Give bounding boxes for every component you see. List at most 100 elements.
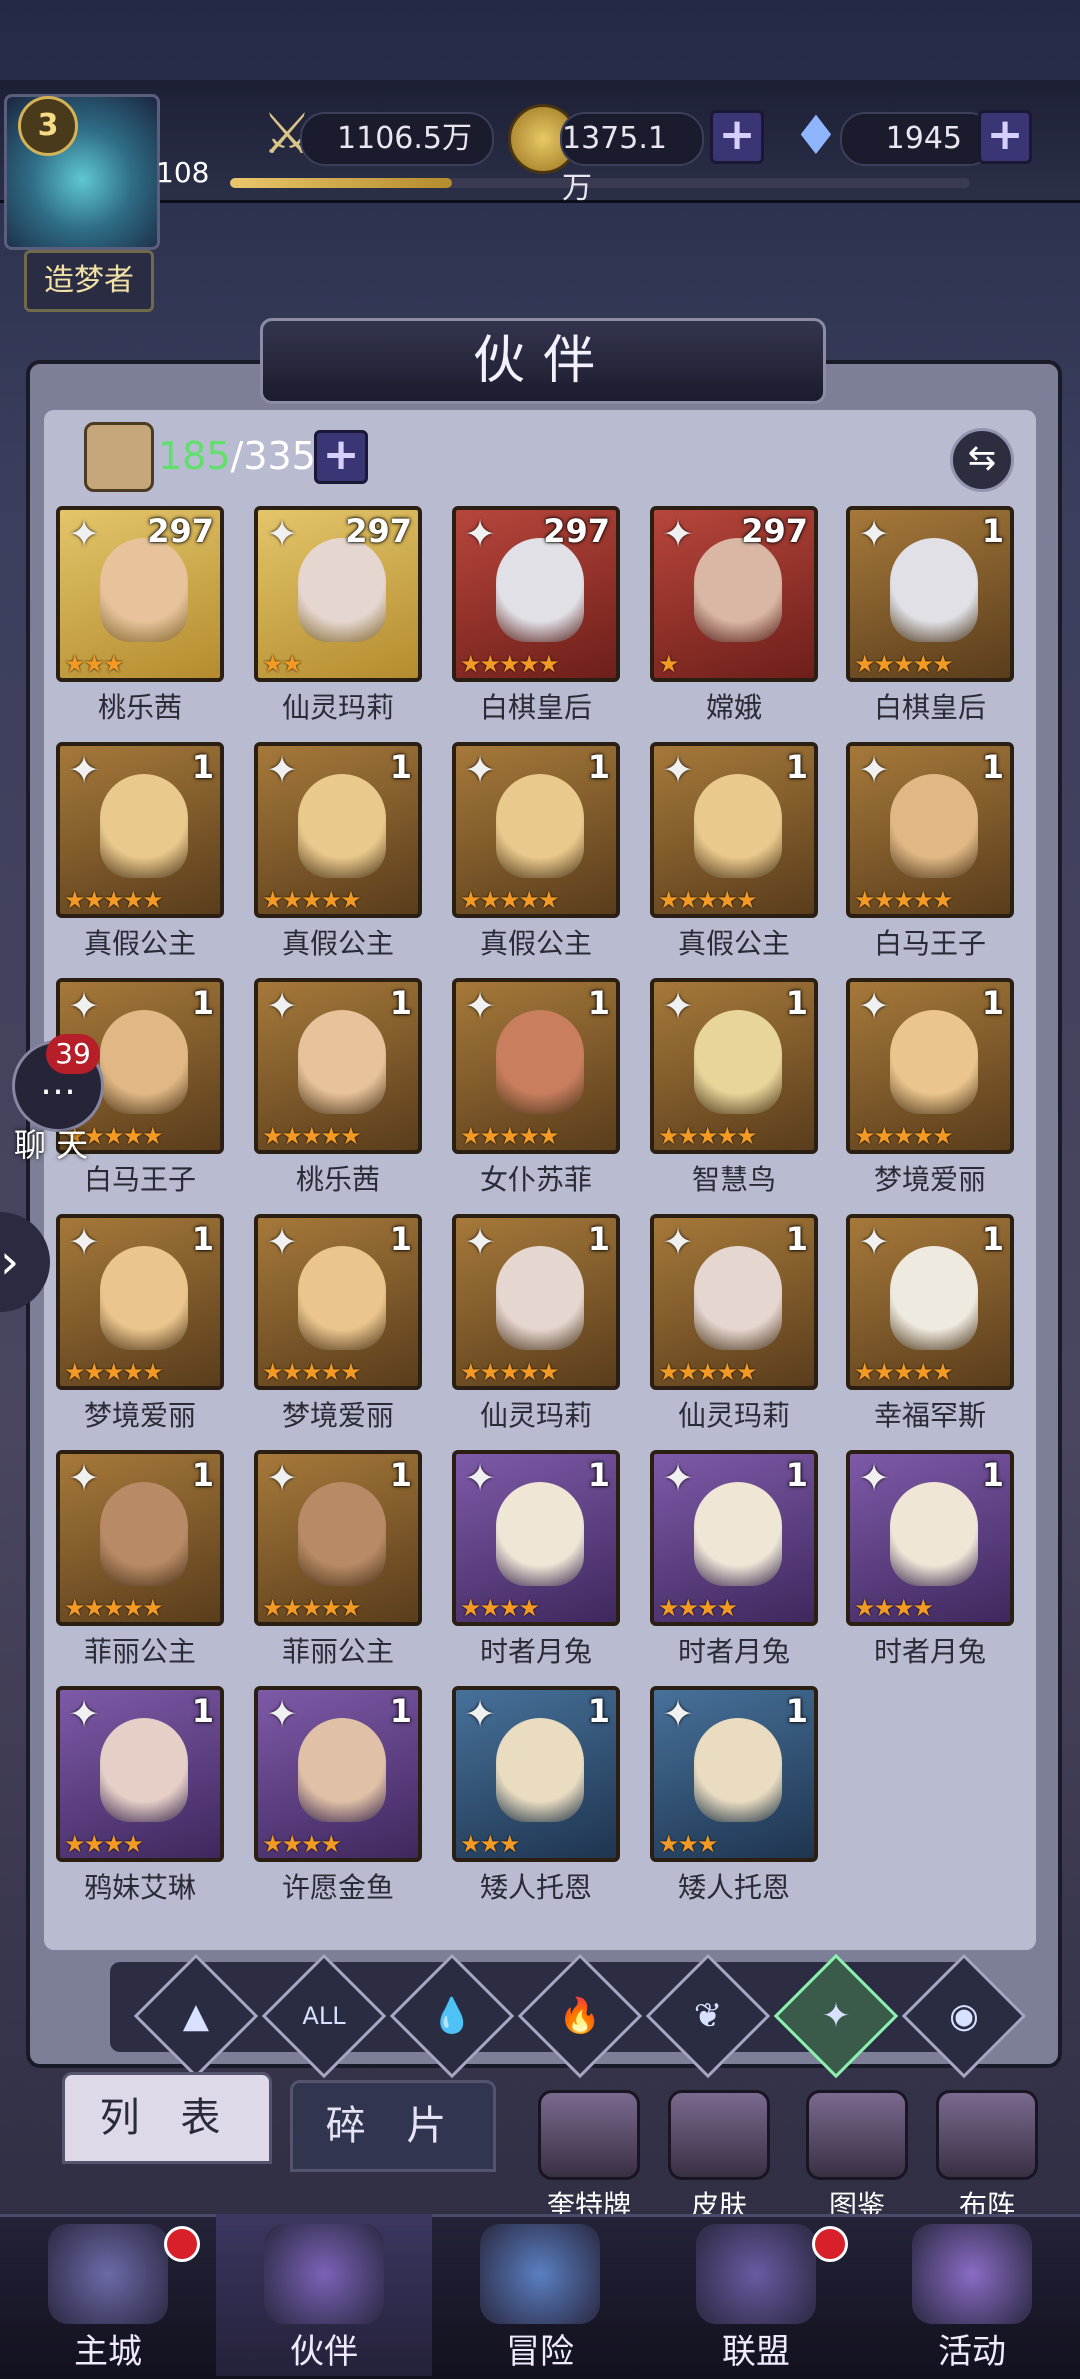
faction-icon: ALL (302, 2002, 346, 2030)
partner-level: 1 (587, 1692, 610, 1730)
partner-name: 仙灵玛莉 (677, 1399, 790, 1432)
partner-level: 297 (147, 512, 214, 550)
partner-name: 真假公主 (281, 927, 394, 960)
partner-card[interactable]: ✦ 1 ★★★★★ (846, 742, 1014, 918)
feature-icon (806, 2090, 908, 2180)
partner-portrait (694, 1718, 782, 1822)
partner-card[interactable]: ✦ 1 ★★★★ (846, 1450, 1014, 1626)
partner-card[interactable]: ✦ 1 ★★★★ (650, 1450, 818, 1626)
partner-level: 1 (389, 748, 412, 786)
player-level-badge: 3 (18, 96, 78, 156)
partner-level: 1 (191, 1220, 214, 1258)
partner-card[interactable]: ✦ 1 ★★★★★ (452, 742, 620, 918)
feature-button-2[interactable]: 图鉴 (798, 2090, 916, 2224)
partner-card[interactable]: ✦ 1 ★★★★ (254, 1686, 422, 1862)
partner-card[interactable]: ✦ 1 ★★★ (452, 1686, 620, 1862)
partner-card[interactable]: ✦ 1 ★★★★★ (56, 742, 224, 918)
nav-icon (48, 2224, 168, 2324)
diamond-icon: ♦ (791, 104, 841, 167)
partner-portrait (298, 1246, 386, 1350)
rank-star-icon: ✦ (266, 1220, 298, 1264)
partner-name: 智慧鸟 (691, 1163, 776, 1196)
add-gems-button[interactable]: + (978, 110, 1032, 164)
partner-stars: ★★★★★ (64, 1358, 164, 1386)
partner-card[interactable]: ✦ 1 ★★★★ (452, 1450, 620, 1626)
partner-card[interactable]: ✦ 1 ★★★★★ (846, 506, 1014, 682)
partner-card[interactable]: ✦ 1 ★★★★★ (846, 1214, 1014, 1390)
partner-level: 1 (587, 1456, 610, 1494)
nav-label: 冒险 (506, 2332, 574, 2372)
partner-level: 1 (389, 1692, 412, 1730)
partner-card[interactable]: ✦ 1 ★★★★★ (650, 742, 818, 918)
rank-star-icon: ✦ (858, 748, 890, 792)
partner-portrait (890, 538, 978, 642)
partner-name: 幸福罕斯 (873, 1399, 986, 1432)
feature-button-3[interactable]: 布阵 (928, 2090, 1046, 2224)
partner-card[interactable]: ✦ 1 ★★★★★ (650, 1214, 818, 1390)
partner-portrait (496, 1010, 584, 1114)
partner-stars: ★★★★★ (262, 1358, 362, 1386)
partner-level: 1 (587, 748, 610, 786)
partner-card[interactable]: ✦ 1 ★★★★★ (254, 978, 422, 1154)
partner-name: 时者月兔 (677, 1635, 790, 1668)
tab-fragments[interactable]: 碎 片 (290, 2080, 496, 2172)
partner-count-current: 185 (158, 434, 231, 478)
partner-name: 菲丽公主 (281, 1635, 394, 1668)
chat-button[interactable]: … 39 聊 天 (6, 1034, 104, 1164)
nav-item-2[interactable]: 冒险 (432, 2214, 648, 2376)
partner-card[interactable]: ✦ 297 ★★ (254, 506, 422, 682)
partner-name: 桃乐茜 (97, 691, 182, 724)
partner-level: 1 (785, 1456, 808, 1494)
partner-stars: ★★★★★ (658, 886, 758, 914)
partner-card[interactable]: ✦ 1 ★★★★★ (254, 1214, 422, 1390)
rank-star-icon: ✦ (858, 512, 890, 556)
partner-stars: ★★★★★ (460, 1122, 560, 1150)
feature-button-1[interactable]: 皮肤 (660, 2090, 778, 2224)
gem-value: 1945 (885, 121, 962, 156)
partner-card[interactable]: ✦ 1 ★★★★ (56, 1686, 224, 1862)
partner-name: 鸦妹艾琳 (83, 1871, 196, 1904)
faction-icon: 💧 (430, 1996, 474, 2036)
nav-item-4[interactable]: 活动 (864, 2214, 1080, 2376)
partner-stars: ★★★★ (262, 1830, 342, 1858)
add-gold-button[interactable]: + (710, 110, 764, 164)
partner-stars: ★★★★★ (854, 886, 954, 914)
player-role-title[interactable]: 造梦者 (24, 250, 154, 312)
rank-star-icon: ✦ (464, 984, 496, 1028)
partner-card[interactable]: ✦ 297 ★ (650, 506, 818, 682)
partner-name: 梦境爱丽 (281, 1399, 394, 1432)
partner-level: 1 (389, 1456, 412, 1494)
exp-bar-fill (230, 178, 452, 188)
rank-star-icon: ✦ (464, 748, 496, 792)
partner-card[interactable]: ✦ 1 ★★★★★ (846, 978, 1014, 1154)
partner-card[interactable]: ✦ 1 ★★★★★ (452, 978, 620, 1154)
rank-star-icon: ✦ (662, 984, 694, 1028)
partner-stars: ★★★★★ (460, 1358, 560, 1386)
partner-portrait (890, 774, 978, 878)
partner-level: 1 (587, 1220, 610, 1258)
partner-stars: ★★ (262, 650, 303, 678)
rank-star-icon: ✦ (266, 1456, 298, 1500)
partner-portrait (694, 1482, 782, 1586)
partner-portrait (298, 1482, 386, 1586)
tab-list[interactable]: 列 表 (62, 2072, 272, 2164)
partner-card[interactable]: ✦ 1 ★★★★★ (254, 742, 422, 918)
partner-card[interactable]: ✦ 1 ★★★★★ (452, 1214, 620, 1390)
partner-card[interactable]: ✦ 1 ★★★ (650, 1686, 818, 1862)
nav-item-1[interactable]: 伙伴 (216, 2214, 432, 2376)
feature-button-0[interactable]: 奎特牌 (530, 2090, 648, 2224)
partner-level: 1 (785, 1692, 808, 1730)
partner-count-max: /335 (230, 434, 316, 478)
partner-name: 桃乐茜 (295, 1163, 380, 1196)
partner-card[interactable]: ✦ 297 ★★★ (56, 506, 224, 682)
partner-card[interactable]: ✦ 1 ★★★★★ (254, 1450, 422, 1626)
partner-card[interactable]: ✦ 297 ★★★★★ (452, 506, 620, 682)
partner-card[interactable]: ✦ 1 ★★★★★ (56, 1214, 224, 1390)
sort-toggle-button[interactable]: ⇆ (950, 428, 1014, 492)
rank-star-icon: ✦ (662, 1692, 694, 1736)
partner-card[interactable]: ✦ 1 ★★★★★ (56, 1450, 224, 1626)
partner-card[interactable]: ✦ 1 ★★★★★ (650, 978, 818, 1154)
partner-portrait (298, 1718, 386, 1822)
partner-level: 1 (191, 748, 214, 786)
expand-capacity-button[interactable]: + (314, 430, 368, 484)
